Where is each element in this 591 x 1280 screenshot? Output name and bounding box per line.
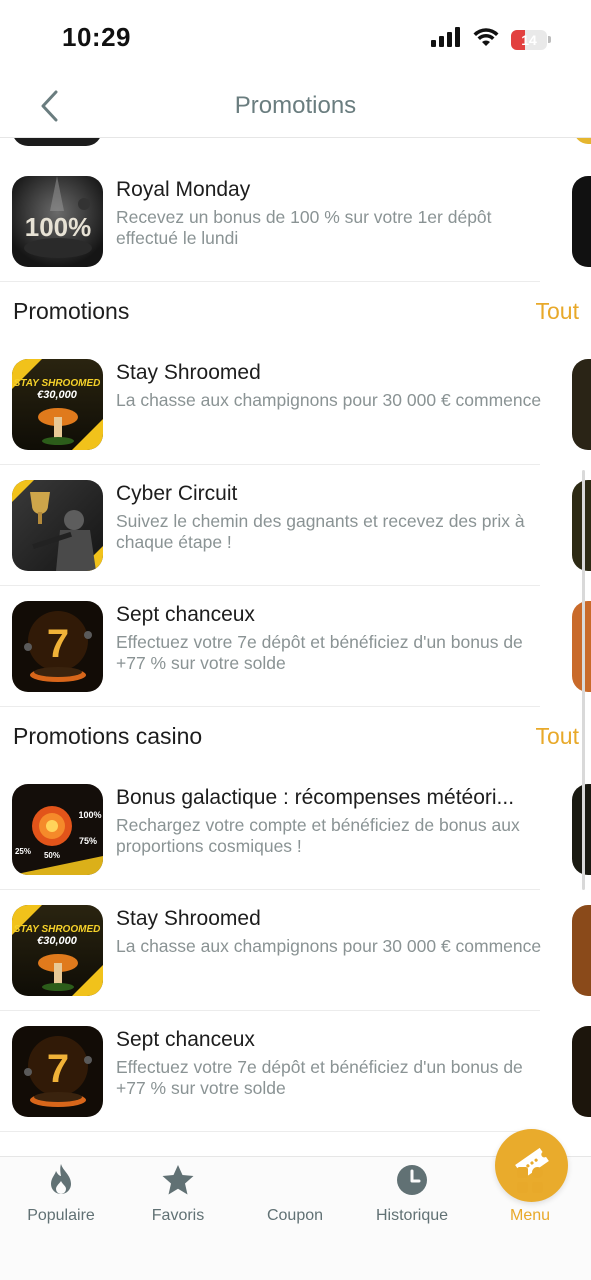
promo-title: Royal Monday [116, 178, 251, 201]
svg-text:STAY SHROOMED: STAY SHROOMED [14, 378, 101, 389]
tab-favoris[interactable]: Favoris [119, 1157, 237, 1237]
svg-text:50%: 50% [44, 851, 60, 860]
clock-icon [396, 1164, 428, 1201]
flame-icon [47, 1163, 75, 1202]
promo-description: Effectuez votre 7e dépôt et bénéficiez d… [116, 632, 523, 673]
promo-thumbnail: 100% [12, 176, 103, 267]
tab-label: Favoris [151, 1207, 205, 1224]
promo-item-royal-monday[interactable]: 100% Royal Monday Recevez un bonus de 10… [0, 161, 540, 282]
promo-title: Stay Shroomed [116, 361, 261, 384]
promo-item-stay-shroomed[interactable]: STAY SHROOMED €30,000 Stay Shroomed La c… [0, 344, 541, 465]
section-title: Promotions [13, 298, 130, 324]
section-header-promotions: Promotions Tout [0, 282, 591, 344]
promo-title: Bonus galactique : récompenses météori..… [116, 786, 515, 809]
promo-description: Effectuez votre 7e dépôt et bénéficiez d… [116, 1057, 523, 1098]
tab-label: Coupon [266, 1207, 324, 1224]
promo-title: Sept chanceux [116, 603, 255, 626]
status-bar: 10:29 14 [0, 0, 591, 78]
scrollbar[interactable] [582, 470, 585, 890]
divider [0, 1131, 540, 1132]
grid-icon [516, 1166, 544, 1199]
svg-text:25%: 25% [15, 847, 31, 856]
promo-title: Cyber Circuit [116, 482, 238, 505]
page-title: Promotions [234, 92, 357, 119]
svg-text:7: 7 [47, 622, 69, 666]
promo-title: Stay Shroomed [116, 907, 261, 930]
promo-description: Suivez le chemin des gagnants et recevez… [116, 511, 525, 552]
next-card-peek [572, 1026, 591, 1117]
promo-thumbnail: STAY SHROOMED €30,000 [12, 359, 103, 450]
tab-label: Populaire [27, 1207, 95, 1224]
status-time: 10:29 [62, 22, 131, 52]
promo-description: La chasse aux champignons pour 30 000 € … [116, 936, 542, 956]
see-all-link[interactable]: Tout [536, 723, 579, 750]
status-icons: 14 [431, 27, 551, 52]
signal-icon [431, 27, 461, 52]
svg-text:75%: 75% [79, 836, 97, 846]
promo-description: Recevez un bonus de 100 % sur votre 1er … [116, 207, 492, 248]
promo-thumbnail: 100% 75% 50% 25% [12, 784, 103, 875]
tab-label: Menu [509, 1207, 551, 1224]
wifi-icon [473, 27, 499, 52]
svg-text:7: 7 [47, 1047, 69, 1091]
promo-thumbnail: STAY SHROOMED €30,000 [12, 905, 103, 996]
promo-item-sept-chanceux[interactable]: 7 Sept chanceux Effectuez votre 7e dépôt… [0, 586, 540, 707]
promo-thumbnail: 7 [12, 601, 103, 692]
tab-coupon[interactable]: Coupon [236, 1129, 568, 1237]
next-card-peek [572, 905, 591, 996]
promo-title: Sept chanceux [116, 1028, 255, 1051]
previous-item-thumbnail [12, 138, 102, 146]
next-card-peek [572, 176, 591, 267]
tab-historique[interactable]: Historique [353, 1157, 471, 1237]
section-title: Promotions casino [13, 723, 203, 749]
svg-text:STAY SHROOMED: STAY SHROOMED [14, 924, 101, 935]
tab-label: Historique [375, 1207, 449, 1224]
promo-item-stay-shroomed[interactable]: STAY SHROOMED €30,000 Stay Shroomed La c… [0, 890, 541, 1011]
tab-bar: Populaire Favoris Coupon Historique Menu [0, 1129, 591, 1280]
promotions-content[interactable]: 100% Royal Monday Recevez un bonus de 10… [0, 138, 591, 1156]
promo-item-cyber-circuit[interactable]: Cyber Circuit Suivez le chemin des gagna… [0, 465, 540, 586]
promo-thumbnail [12, 480, 103, 571]
see-all-link[interactable]: Tout [536, 298, 579, 325]
svg-text:100%: 100% [25, 212, 92, 242]
promo-description: La chasse aux champignons pour 30 000 € … [116, 390, 542, 410]
star-icon [161, 1164, 195, 1201]
promo-thumbnail: 7 [12, 1026, 103, 1117]
next-card-peek [572, 359, 591, 450]
svg-text:100%: 100% [78, 810, 101, 820]
battery-icon: 14 [511, 29, 551, 50]
promo-description: Rechargez votre compte et bénéficiez de … [116, 815, 520, 856]
section-header-promotions-casino: Promotions casino Tout [0, 707, 591, 769]
tab-menu[interactable]: Menu [471, 1157, 589, 1237]
svg-text:€30,000: €30,000 [37, 389, 78, 401]
svg-text:€30,000: €30,000 [37, 935, 78, 947]
promo-item-sept-chanceux[interactable]: 7 Sept chanceux Effectuez votre 7e dépôt… [0, 1011, 540, 1132]
promo-item-bonus-galactique[interactable]: 100% 75% 50% 25% Bonus galactique : réco… [0, 769, 540, 890]
previous-card-peek [574, 138, 591, 144]
tab-populaire[interactable]: Populaire [2, 1157, 120, 1237]
nav-bar: Promotions [0, 78, 591, 138]
